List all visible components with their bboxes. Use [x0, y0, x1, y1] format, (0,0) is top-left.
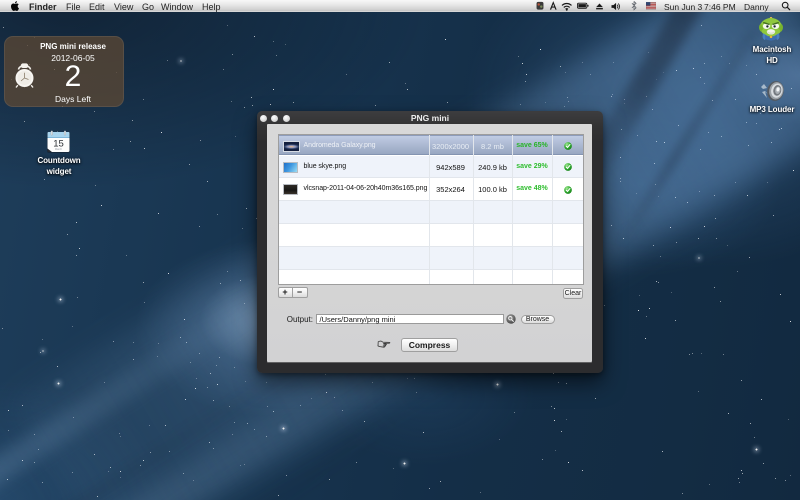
- svg-text:March: March: [55, 147, 63, 151]
